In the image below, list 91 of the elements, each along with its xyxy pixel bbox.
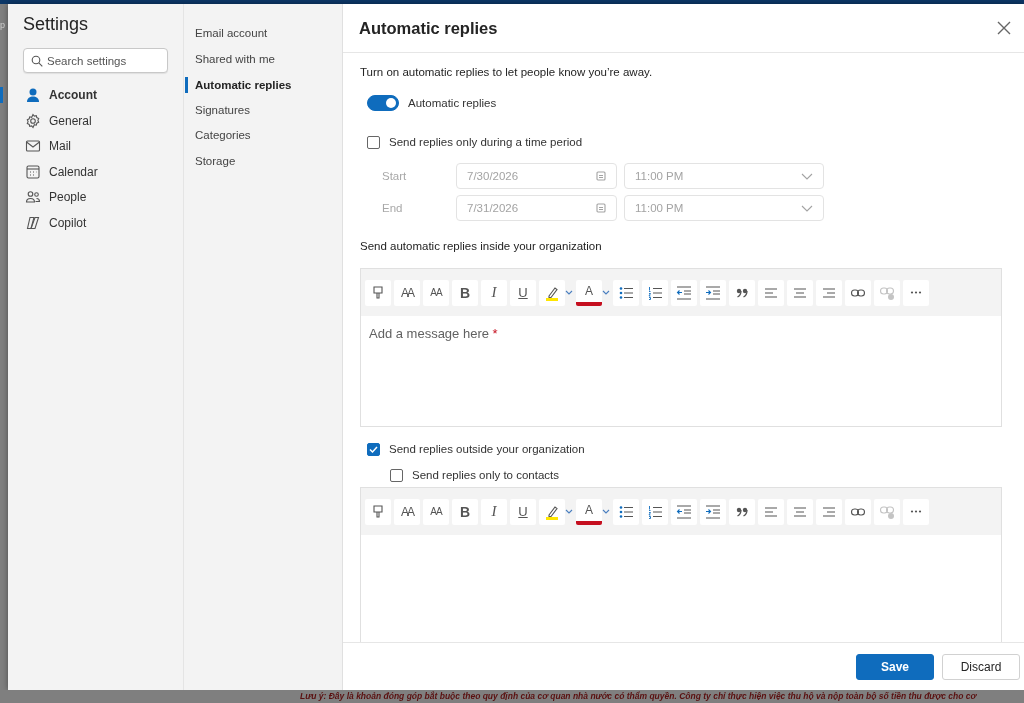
- italic-button[interactable]: I: [481, 498, 507, 525]
- search-icon: [31, 55, 43, 67]
- nav-item[interactable]: Account: [0, 87, 97, 103]
- checkbox[interactable]: [367, 135, 380, 149]
- mail-icon: [25, 138, 41, 155]
- chevron-down-icon: [801, 204, 813, 212]
- unlink-icon: [879, 503, 895, 520]
- quote-button[interactable]: [729, 279, 755, 306]
- panel-title: Automatic replies: [359, 18, 498, 38]
- checkmark-icon: [369, 444, 378, 454]
- discard-button[interactable]: Discard: [942, 653, 1020, 680]
- person-icon: [25, 87, 41, 103]
- font-color-button[interactable]: A: [576, 498, 602, 525]
- chevron-down-icon: [565, 509, 573, 514]
- checkbox[interactable]: [390, 468, 403, 482]
- decrease-indent-icon: [676, 284, 692, 301]
- bulleted-list-icon: [618, 503, 634, 520]
- chevron-down-icon: [602, 509, 610, 514]
- bold-button[interactable]: B: [452, 498, 478, 525]
- settings-icon: [25, 112, 41, 129]
- checkbox-label: Send replies only to contacts: [412, 469, 560, 481]
- checkbox-label: Send replies only during a time period: [389, 136, 583, 148]
- highlighter-button[interactable]: [539, 498, 565, 525]
- background-text: Lưu ý: Đây là khoản đóng góp bắt buộc theo quy định của cơ quan nhà nước có thẩm quyền. Công ty chỉ thực hiện việc thu hộ và nộp toàn bộ số tiền thu được cho cơ: [300, 691, 977, 701]
- format-painter-icon: [370, 284, 386, 301]
- close-icon: [996, 20, 1012, 36]
- font-size-button[interactable]: AA: [423, 498, 449, 525]
- more-button[interactable]: [903, 279, 929, 306]
- calendar-icon: [25, 163, 41, 180]
- font-button[interactable]: AA: [394, 498, 420, 525]
- subnav-item[interactable]: Shared with me: [184, 46, 275, 73]
- background-text: p: [0, 20, 5, 30]
- format-painter-icon: [370, 503, 386, 520]
- format-painter-button[interactable]: [365, 279, 391, 306]
- unlink-icon: [879, 284, 895, 301]
- quote-button[interactable]: [729, 498, 755, 525]
- increase-indent-icon: [705, 503, 721, 520]
- nav-item[interactable]: Mail: [8, 133, 71, 159]
- subnav-item[interactable]: Categories: [184, 123, 251, 149]
- nav-item[interactable]: General: [8, 107, 92, 134]
- intro-text: Turn on automatic replies to let people know you’re away.: [360, 66, 654, 80]
- field-label: End: [382, 202, 404, 214]
- message-placeholder: Add a message here *: [369, 326, 499, 341]
- bold-button[interactable]: B: [452, 279, 478, 306]
- settings-title: Settings: [22, 14, 90, 36]
- toggle-label: Automatic replies: [408, 97, 497, 109]
- checkbox[interactable]: [367, 442, 380, 456]
- checkbox-label: Send replies outside your organization: [389, 443, 585, 455]
- save-button[interactable]: Save: [856, 653, 934, 680]
- nav-item[interactable]: Copilot: [8, 210, 87, 236]
- subnav-item[interactable]: Signatures: [184, 97, 250, 124]
- section-heading: Send automatic replies inside your organization: [360, 240, 603, 254]
- font-color-button[interactable]: A: [576, 279, 602, 306]
- nav-item[interactable]: Calendar: [8, 159, 98, 185]
- decrease-indent-icon: [676, 503, 692, 520]
- chevron-down-icon: [801, 172, 813, 180]
- align-center-button[interactable]: [787, 279, 813, 306]
- copilot-icon: [25, 214, 41, 231]
- font-button[interactable]: AA: [394, 279, 420, 306]
- numbered-list-button[interactable]: [642, 279, 668, 306]
- highlighter-button[interactable]: [539, 279, 565, 306]
- subnav-item[interactable]: Automatic replies: [185, 77, 292, 93]
- subnav-item[interactable]: Storage: [184, 148, 236, 175]
- underline-button[interactable]: U: [510, 279, 536, 306]
- numbered-list-icon: [647, 503, 663, 520]
- more-button[interactable]: [903, 498, 929, 525]
- numbered-list-icon: [647, 284, 663, 301]
- more-icon: [910, 510, 922, 513]
- italic-button[interactable]: I: [481, 279, 507, 306]
- align-center-button[interactable]: [787, 498, 813, 525]
- increase-indent-icon: [705, 284, 721, 301]
- search-field[interactable]: Search settings: [23, 48, 168, 73]
- bulleted-list-icon: [618, 284, 634, 301]
- bulleted-list-button[interactable]: [613, 498, 639, 525]
- link-button[interactable]: [845, 498, 871, 525]
- font-size-button[interactable]: AA: [423, 279, 449, 306]
- underline-button[interactable]: U: [510, 498, 536, 525]
- calendar-icon: [596, 171, 606, 181]
- chevron-down-icon: [602, 290, 610, 295]
- format-painter-button[interactable]: [365, 498, 391, 525]
- link-button[interactable]: [845, 279, 871, 306]
- subnav-item[interactable]: Email account: [184, 21, 268, 47]
- nav-item[interactable]: People: [8, 184, 87, 211]
- more-icon: [910, 291, 922, 294]
- people-icon: [25, 189, 41, 206]
- bulleted-list-button[interactable]: [613, 279, 639, 306]
- toggle-switch[interactable]: [367, 95, 399, 111]
- numbered-list-button[interactable]: [642, 498, 668, 525]
- calendar-icon: [596, 203, 606, 213]
- field-label: Start: [382, 170, 408, 182]
- chevron-down-icon: [565, 290, 573, 295]
